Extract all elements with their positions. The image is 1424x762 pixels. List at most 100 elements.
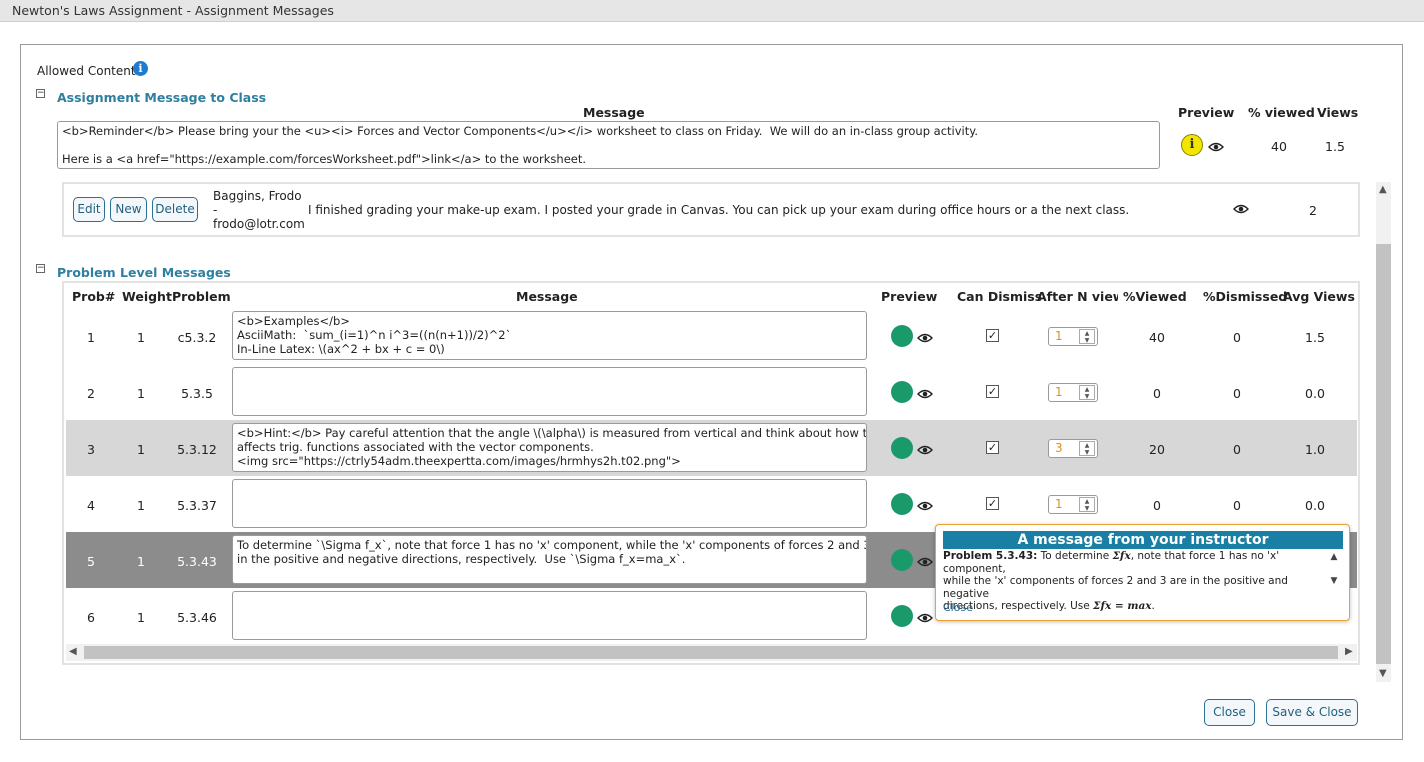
after-n-views-stepper[interactable]: 1 ▲ ▼ (1048, 327, 1098, 346)
spinner-arrows-icon[interactable]: ▲ ▼ (1079, 329, 1095, 344)
vertical-scrollbar-thumb[interactable] (1376, 244, 1391, 664)
row-message-input[interactable] (232, 591, 867, 640)
row-weight: 1 (137, 386, 145, 401)
eye-icon[interactable] (917, 445, 933, 455)
green-status-dot (891, 493, 913, 515)
stepper-value: 1 (1055, 497, 1063, 511)
row-problem: 5.3.12 (177, 442, 217, 457)
row-weight: 1 (137, 554, 145, 569)
row-avg-views: 0.0 (1305, 498, 1325, 513)
row-message-input[interactable] (232, 479, 867, 528)
eye-icon[interactable] (917, 613, 933, 623)
assignment-message-input[interactable]: <b>Reminder</b> Please bring your the <u… (57, 121, 1160, 169)
row-avg-views: 0.0 (1305, 386, 1325, 401)
after-n-views-header: After N views (1037, 289, 1118, 304)
spinner-arrows-icon[interactable]: ▲ ▼ (1079, 385, 1095, 400)
student-name: Baggins, Frodo (213, 189, 302, 203)
row-weight: 1 (137, 330, 145, 345)
eye-icon[interactable] (917, 557, 933, 567)
popup-problem-label: Problem 5.3.43: (943, 550, 1038, 562)
row-pct-dismissed: 0 (1233, 386, 1241, 401)
pct-dismissed-header: %Dismissed (1203, 289, 1288, 304)
row-problem: 5.3.37 (177, 498, 217, 513)
row-weight: 1 (137, 442, 145, 457)
spinner-arrows-icon[interactable]: ▲ ▼ (1079, 441, 1095, 456)
eye-icon[interactable] (917, 501, 933, 511)
row-message-input[interactable] (232, 367, 867, 416)
assignment-preview-header: Preview (1178, 105, 1235, 120)
after-n-views-stepper[interactable]: 1 ▲ ▼ (1048, 383, 1098, 402)
can-dismiss-checkbox[interactable]: ✓ (986, 385, 999, 398)
row-pct-dismissed: 0 (1233, 498, 1241, 513)
row-problem: c5.3.2 (177, 330, 217, 345)
stepper-value: 1 (1055, 385, 1063, 399)
assignment-viewed-header: % viewed (1248, 105, 1315, 120)
row-pct-viewed: 0 (1153, 498, 1161, 513)
window-title: Newton's Laws Assignment - Assignment Me… (0, 0, 1424, 22)
popup-line2: while the 'x' components of forces 2 and… (943, 575, 1288, 600)
preview-header: Preview (881, 289, 938, 304)
spinner-arrows-icon[interactable]: ▲ ▼ (1079, 497, 1095, 512)
collapse-problem-icon[interactable]: − (36, 264, 45, 273)
allowed-content-label: Allowed Content (37, 64, 136, 78)
row-message-input[interactable]: <b>Hint:</b> Pay careful attention that … (232, 423, 867, 472)
save-close-button[interactable]: Save & Close (1266, 699, 1358, 726)
row-pct-viewed: 20 (1149, 442, 1165, 457)
edit-button[interactable]: Edit (73, 197, 105, 222)
eye-icon[interactable] (1208, 142, 1224, 152)
close-button[interactable]: Close (1204, 699, 1255, 726)
can-dismiss-checkbox[interactable]: ✓ (986, 497, 999, 510)
row-pct-dismissed: 0 (1233, 330, 1241, 345)
after-n-views-stepper[interactable]: 1 ▲ ▼ (1048, 495, 1098, 514)
row-problem: 5.3.43 (177, 554, 217, 569)
problem-section-title: Problem Level Messages (57, 265, 231, 280)
row-pct-viewed: 40 (1149, 330, 1165, 345)
stepper-value: 1 (1055, 329, 1063, 343)
new-button[interactable]: New (110, 197, 147, 222)
popup-equation: Σfx = max (1093, 600, 1152, 612)
row-message-input[interactable]: To determine `\Sigma f_x`, note that for… (232, 535, 867, 584)
info-icon[interactable]: i (133, 61, 148, 76)
student-dash: - (213, 203, 218, 217)
row-weight: 1 (137, 610, 145, 625)
row-prob: 6 (87, 610, 95, 625)
row-prob: 3 (87, 442, 95, 457)
row-avg-views: 1.0 (1305, 442, 1325, 457)
popup-sigma-fx: Σfx (1112, 550, 1131, 562)
can-dismiss-header: Can Dismiss (957, 289, 1043, 304)
row-pct-dismissed: 0 (1233, 442, 1241, 457)
horizontal-scrollbar-thumb[interactable] (84, 646, 1338, 659)
row-problem: 5.3.5 (181, 386, 213, 401)
delete-button[interactable]: Delete (152, 197, 198, 222)
popup-scrollbar[interactable]: ▲ ▼ (1329, 551, 1339, 589)
row-prob: 2 (87, 386, 95, 401)
green-status-dot (891, 325, 913, 347)
pct-viewed-header: %Viewed (1123, 289, 1187, 304)
row-prob: 4 (87, 498, 95, 513)
collapse-assignment-icon[interactable]: − (36, 89, 45, 98)
student-message-views: 2 (1309, 203, 1317, 218)
eye-icon[interactable] (917, 389, 933, 399)
eye-icon[interactable] (1233, 204, 1249, 214)
can-dismiss-checkbox[interactable]: ✓ (986, 329, 999, 342)
popup-title: A message from your instructor (943, 531, 1343, 549)
popup-close-link[interactable]: Close (943, 601, 973, 614)
scroll-down-icon[interactable]: ▼ (1379, 668, 1387, 679)
row-message-input[interactable]: <b>Examples</b> AsciiMath: `sum_(i=1)^n … (232, 311, 867, 360)
can-dismiss-checkbox[interactable]: ✓ (986, 441, 999, 454)
popup-scroll-down-icon[interactable]: ▼ (1331, 576, 1338, 586)
scroll-left-icon[interactable]: ◀ (69, 646, 77, 657)
green-status-dot (891, 605, 913, 627)
after-n-views-stepper[interactable]: 3 ▲ ▼ (1048, 439, 1098, 458)
preview-info-icon[interactable]: i (1181, 134, 1203, 156)
popup-scroll-up-icon[interactable]: ▲ (1331, 552, 1338, 562)
assignment-views-header: Views (1317, 105, 1359, 120)
scroll-up-icon[interactable]: ▲ (1379, 184, 1387, 195)
eye-icon[interactable] (917, 333, 933, 343)
row-avg-views: 1.5 (1305, 330, 1325, 345)
popup-line3-post: . (1151, 600, 1155, 612)
assignment-message-header: Message (583, 105, 645, 120)
student-email: frodo@lotr.com (213, 217, 305, 231)
prob-header: Prob# (72, 289, 116, 304)
scroll-right-icon[interactable]: ▶ (1345, 646, 1353, 657)
